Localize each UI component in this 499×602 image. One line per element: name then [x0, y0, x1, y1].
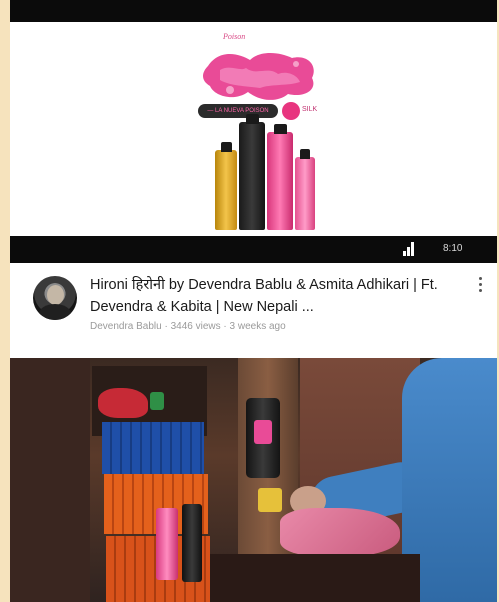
- brand-logo-dot: [282, 102, 300, 120]
- video-thumbnail-2[interactable]: [10, 358, 497, 602]
- shampoo-bottle-pink: [267, 124, 293, 230]
- hanging-bottle-label: [254, 420, 272, 444]
- player-bar: 8:10: [10, 236, 497, 263]
- pink-bottle-left: [156, 508, 178, 580]
- blue-crate: [102, 422, 204, 474]
- brand-word: SILK: [302, 106, 318, 113]
- shampoo-bottle-black: [239, 114, 265, 230]
- video-duration: 8:10: [443, 243, 463, 254]
- video-thumbnail-1[interactable]: Poison — LA NUEVA POISON SILK: [10, 22, 497, 236]
- shampoo-bottle-pink-small: [295, 149, 315, 230]
- shampoo-bottle-gold: [215, 142, 237, 230]
- yellow-sign: [258, 488, 282, 512]
- pink-splash-graphic: [203, 53, 314, 100]
- red-cloth: [98, 388, 148, 418]
- shop-door-left: [10, 358, 90, 602]
- black-bottle-left: [182, 504, 202, 582]
- signal-bars-icon: [403, 242, 417, 256]
- phone-screen: Poison — LA NUEVA POISON SILK 8:10 Hiron…: [10, 0, 497, 602]
- ad-banner: — LA NUEVA POISON: [198, 104, 278, 118]
- video-top-strip: [10, 0, 497, 22]
- channel-avatar[interactable]: [33, 276, 77, 320]
- video-meta: Devendra Bablu · 3446 views · 3 weeks ag…: [90, 321, 286, 332]
- pink-cloth: [280, 508, 400, 556]
- ad-brand-text: Poison: [223, 32, 246, 41]
- more-vert-icon[interactable]: [478, 277, 484, 295]
- video-title[interactable]: Hironi हिरोनी by Devendra Bablu & Asmita…: [90, 274, 470, 318]
- video-info-row[interactable]: Hironi हिरोनी by Devendra Bablu & Asmita…: [10, 263, 497, 358]
- table-cart: [210, 554, 420, 602]
- green-item: [150, 392, 164, 410]
